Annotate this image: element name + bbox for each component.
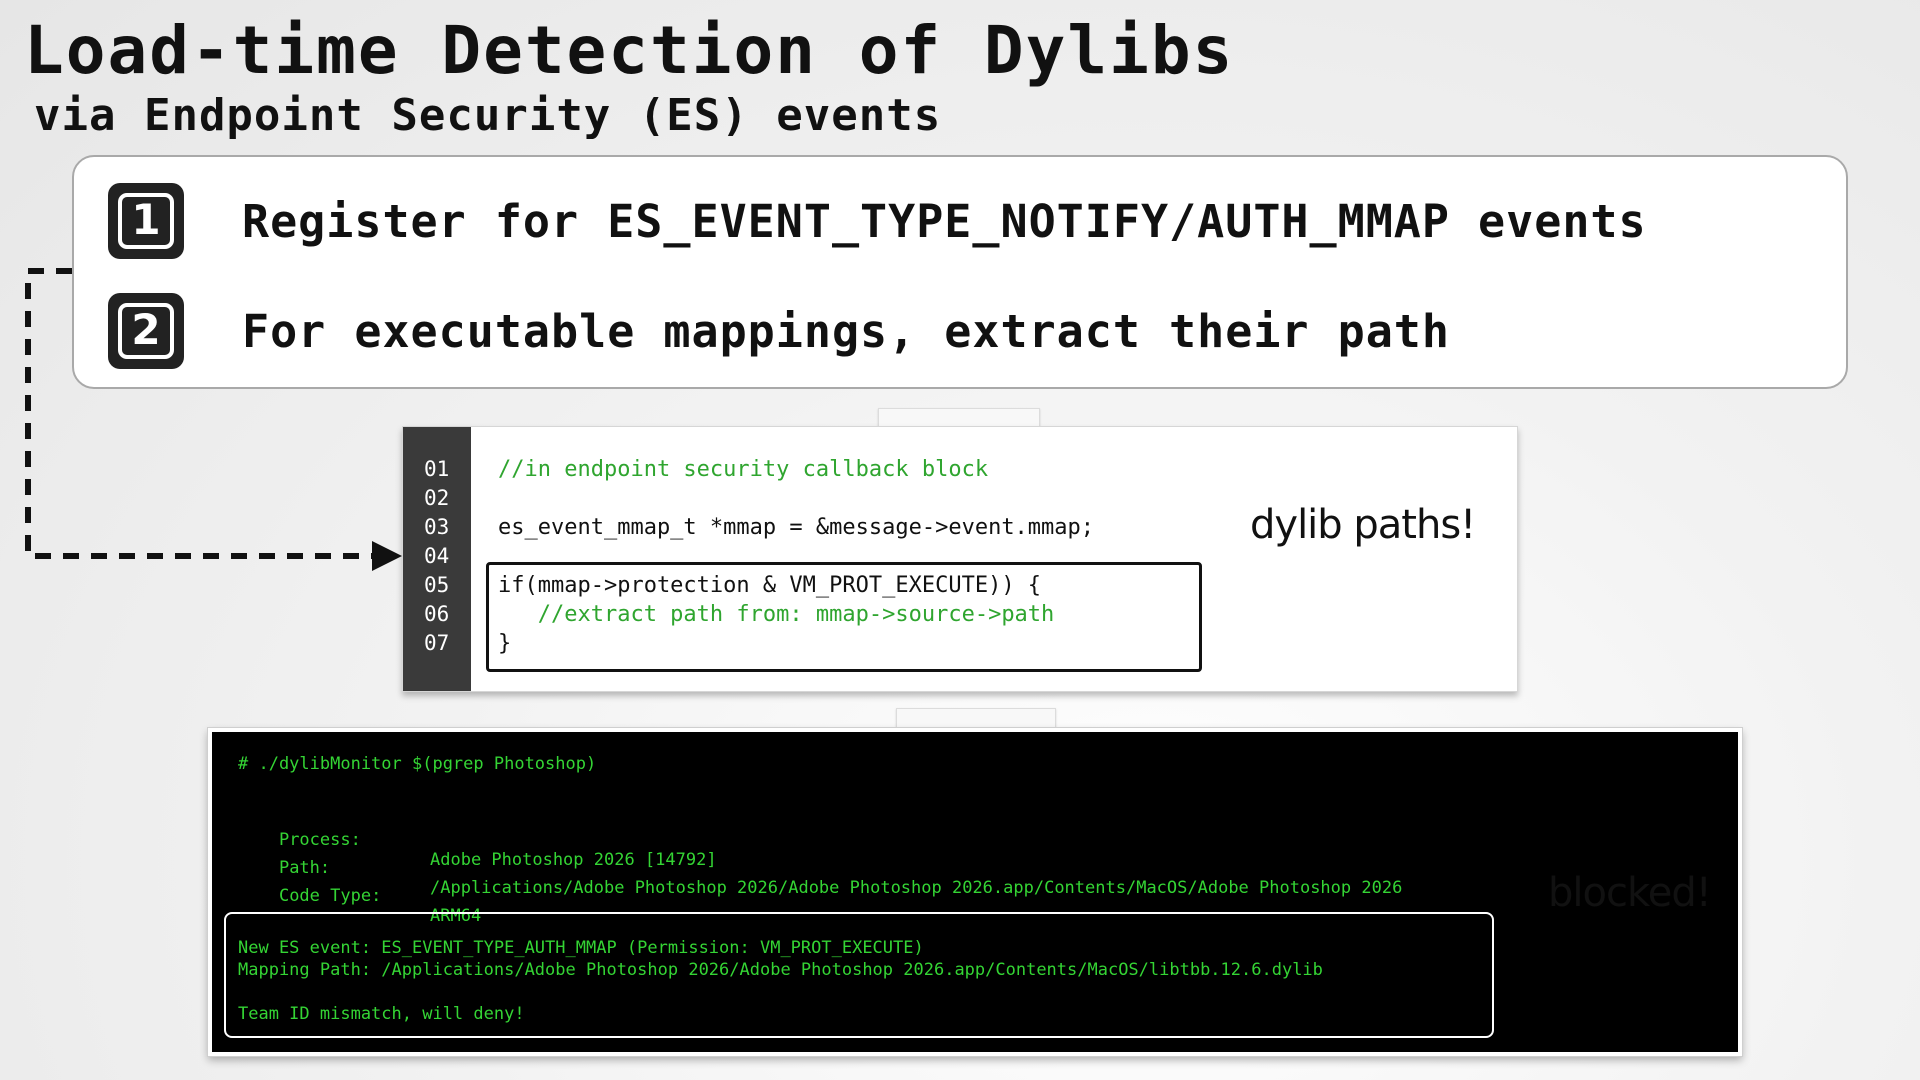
code-line-mmap-decl: es_event_mmap_t *mmap = &message->event.…: [498, 515, 1095, 540]
code-panel: 01 02 03 04 05 06 07 //in endpoint secur…: [402, 426, 1518, 692]
line-number: 05: [424, 573, 450, 597]
line-number-gutter: 01 02 03 04 05 06 07: [403, 427, 471, 691]
slide-title: Load-time Detection of Dylibs: [24, 12, 1235, 89]
step-2: 2 For executable mappings, extract their…: [108, 293, 1450, 369]
code-type-label: Code Type:: [278, 886, 382, 906]
terminal-panel: # ./dylibMonitor $(pgrep Photoshop) Proc…: [207, 727, 1743, 1057]
step-1-badge-icon: 1: [108, 183, 184, 259]
terminal-event-line: New ES event: ES_EVENT_TYPE_AUTH_MMAP (P…: [238, 938, 924, 958]
line-number: 02: [424, 486, 450, 510]
code-highlight-box: [486, 562, 1202, 672]
code-line-comment: //in endpoint security callback block: [498, 457, 989, 482]
line-number: 07: [424, 631, 450, 655]
steps-panel: 1 Register for ES_EVENT_TYPE_NOTIFY/AUTH…: [72, 155, 1848, 389]
line-number: 03: [424, 515, 450, 539]
line-number: 04: [424, 544, 450, 568]
line-number: 06: [424, 602, 450, 626]
terminal-mapping-line: Mapping Path: /Applications/Adobe Photos…: [238, 960, 1323, 980]
path-value: /Applications/Adobe Photoshop 2026/Adobe…: [430, 878, 1403, 898]
step-2-text: For executable mappings, extract their p…: [242, 304, 1450, 358]
connector-arrowhead-icon: [372, 541, 402, 571]
step-1-text: Register for ES_EVENT_TYPE_NOTIFY/AUTH_M…: [242, 194, 1647, 248]
step-2-badge-icon: 2: [108, 293, 184, 369]
step-1: 1 Register for ES_EVENT_TYPE_NOTIFY/AUTH…: [108, 183, 1647, 259]
terminal-deny-line: Team ID mismatch, will deny!: [238, 1004, 525, 1024]
line-number: 01: [424, 457, 450, 481]
process-value: Adobe Photoshop 2026 [14792]: [430, 850, 717, 870]
dylib-paths-annotation: dylib paths!: [1250, 502, 1476, 548]
blocked-annotation: blocked!: [1548, 870, 1712, 916]
step-1-number: 1: [118, 193, 174, 249]
slide-subtitle: via Endpoint Security (ES) events: [34, 90, 942, 141]
terminal-command: # ./dylibMonitor $(pgrep Photoshop): [238, 754, 597, 774]
step-2-number: 2: [118, 303, 174, 359]
